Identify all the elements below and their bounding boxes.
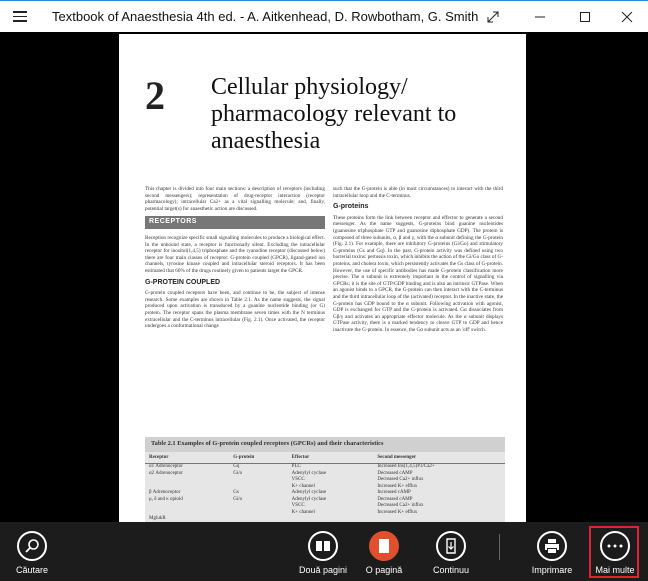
gpcr-heading: G-PROTEIN COUPLED	[145, 278, 221, 286]
receptors-heading: RECEPTORS	[145, 216, 325, 229]
table-cell: PLC	[291, 464, 301, 469]
document-page: 2 Cellular physiology/ pharmacology rele…	[119, 34, 526, 522]
maximize-button[interactable]	[562, 1, 608, 33]
receptors-paragraph: Reception recognize specific small signa…	[145, 234, 325, 274]
two-pages-button[interactable]: Două pagini	[298, 522, 348, 581]
table-cell: Increased Ins(1,4,5)P3/Ca2+	[377, 464, 435, 469]
minimize-button[interactable]	[517, 1, 563, 33]
fullscreen-button[interactable]	[470, 1, 516, 33]
table-body: α1 Adrenoceptor Gq PLC Increased Ins(1,4,5)…	[145, 464, 505, 523]
left-column: This chapter is divided into four main s…	[145, 186, 325, 334]
title-bar: Textbook of Anaesthesia 4th ed. - A. Ait…	[0, 0, 648, 32]
right-column: such that the G-protein is able (in most…	[333, 186, 503, 337]
one-page-label: O pagină	[365, 565, 403, 575]
chapter-title: Cellular physiology/ pharmacology releva…	[211, 74, 457, 154]
close-icon	[621, 11, 633, 23]
gproteins-heading: G-proteins	[333, 203, 369, 211]
maximize-icon	[580, 12, 590, 22]
hamburger-icon[interactable]	[10, 8, 30, 26]
one-page-button[interactable]: O pagină	[364, 522, 404, 581]
toolbar-separator	[499, 534, 500, 560]
two-pages-label: Două pagini	[298, 565, 348, 575]
search-label: Căutare	[15, 565, 49, 575]
receptor-table: Receptor G-protein Effector Second messenge…	[145, 451, 505, 523]
intro-paragraph: This chapter is divided into four main s…	[145, 186, 325, 212]
table-cell: Gq	[233, 464, 240, 469]
table-row: α1 Adrenoceptor Gq PLC Increased Ins(1,4,5)…	[145, 464, 505, 471]
search-icon	[17, 531, 47, 561]
table-caption: Table 2.1 Examples of G-protein coupled …	[145, 437, 505, 452]
continuous-label: Continuu	[432, 565, 470, 575]
one-page-icon	[369, 531, 399, 561]
minimize-icon	[535, 16, 545, 18]
document-viewer[interactable]: 2 Cellular physiology/ pharmacology rele…	[0, 32, 648, 522]
printer-icon	[537, 531, 567, 561]
more-button-highlight	[589, 526, 639, 578]
table-cell: α1 Adrenoceptor	[149, 464, 183, 469]
two-pages-icon	[308, 531, 338, 561]
bottom-app-bar: Căutare Două pagini O pagină Continuu Im…	[0, 522, 648, 581]
gpcr-paragraph: G-protein coupled receptors have been, a…	[145, 290, 325, 330]
table-header-cell: G-protein	[229, 451, 288, 464]
close-button[interactable]	[604, 1, 648, 33]
table-header-row: Receptor G-protein Effector Second messenge…	[145, 451, 505, 464]
table-2-1: Table 2.1 Examples of G-protein coupled …	[145, 437, 505, 522]
table-header-cell: Effector	[287, 451, 374, 464]
search-button[interactable]: Căutare	[12, 522, 52, 581]
window-title: Textbook of Anaesthesia 4th ed. - A. Ait…	[52, 9, 480, 24]
gproteins-paragraph: These proteins form the link between rec…	[333, 214, 503, 333]
print-button[interactable]: Imprimare	[526, 522, 578, 581]
continuous-button[interactable]: Continuu	[425, 522, 477, 581]
print-label: Imprimare	[531, 565, 573, 575]
chapter-number: 2	[145, 73, 165, 118]
table-header-cell: Receptor	[145, 451, 230, 464]
continuous-icon	[436, 531, 466, 561]
table-header-cell: Second messenger	[373, 451, 505, 464]
right-intro-paragraph: such that the G-protein is able (in most…	[333, 186, 503, 199]
fullscreen-icon	[487, 11, 499, 23]
